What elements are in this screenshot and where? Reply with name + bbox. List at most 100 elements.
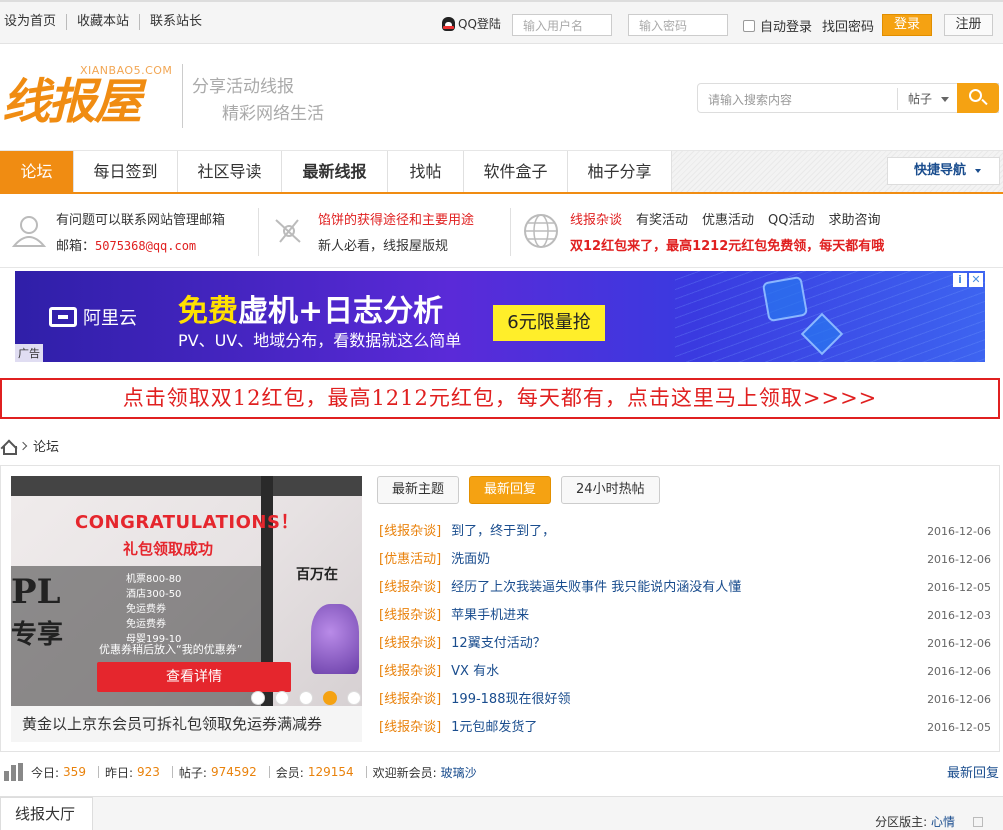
nav-youzi-share[interactable]: 柚子分享 <box>568 151 672 192</box>
tab-latest-topics[interactable]: 最新主题 <box>377 476 460 504</box>
nav-community-guide[interactable]: 社区导读 <box>178 151 282 192</box>
set-homepage-link[interactable]: 设为首页 <box>4 14 66 30</box>
divider <box>258 208 259 256</box>
thread-date: 2016-12-06 <box>927 525 991 538</box>
stats-chart-icon <box>4 763 23 781</box>
bookmark-link[interactable]: 收藏本站 <box>66 14 139 30</box>
register-button[interactable]: 注册 <box>944 14 993 36</box>
tab-24h-hot[interactable]: 24小时热帖 <box>561 476 660 504</box>
site-logo[interactable]: 线报屋 XIANBAO5.COM <box>2 60 174 130</box>
slide-top-band <box>11 476 362 496</box>
ad-grid-pattern <box>675 271 985 362</box>
slide-title: CONGRATULATIONS！ <box>75 512 299 533</box>
thread-category[interactable]: [线报杂谈] <box>379 574 441 602</box>
find-password-link[interactable]: 找回密码 <box>822 16 874 35</box>
thread-title[interactable]: 洗面奶 <box>451 546 490 574</box>
nav-forum[interactable]: 论坛 <box>0 151 74 192</box>
moderator-label: 分区版主: <box>875 815 928 829</box>
slider-dot[interactable] <box>251 691 265 705</box>
ad-banner[interactable]: 阿里云 免费虚机+日志分析 PV、UV、地域分布，看数据就这么简单 6元限量抢 … <box>15 271 985 362</box>
thread-title[interactable]: 199-188现在很好领 <box>451 686 570 714</box>
slide-detail-button[interactable]: 查看详情 <box>97 662 291 692</box>
breadcrumb-current[interactable]: 论坛 <box>33 436 59 455</box>
quick-nav-button[interactable]: 快捷导航 <box>887 157 1000 185</box>
thread-title[interactable]: 苹果手机进来 <box>451 602 529 630</box>
thread-category[interactable]: [线报杂谈] <box>379 602 441 630</box>
nav-daily-signin[interactable]: 每日签到 <box>74 151 178 192</box>
pie-guide-link[interactable]: 馅饼的获得途径和主要用途 <box>318 209 474 228</box>
search-input[interactable]: 请输入搜索内容 <box>708 91 792 108</box>
anime-character-image <box>311 604 359 674</box>
list-item: [线报杂谈] 1元包邮发货了 2016-12-05 <box>379 714 991 742</box>
collapse-icon[interactable] <box>973 817 983 827</box>
auto-login-checkbox[interactable]: 自动登录 <box>743 16 812 35</box>
cat-xianbao-talk[interactable]: 线报杂谈 <box>570 209 622 228</box>
yesterday-count: 923 <box>137 765 160 779</box>
thread-title[interactable]: 经历了上次我装逼失败事件 我只能说内涵没有人懂 <box>451 574 741 602</box>
red-envelope-banner[interactable]: 点击领取双12红包，最高1212元红包，每天都有，点击这里马上领取>>>> <box>0 378 1000 419</box>
thread-title[interactable]: 到了，终于到了， <box>451 518 555 546</box>
search-button[interactable] <box>957 83 999 113</box>
thread-category[interactable]: [线报杂谈] <box>379 518 441 546</box>
contact-email[interactable]: 5075368@qq.com <box>95 239 196 253</box>
tab-latest-replies[interactable]: 最新回复 <box>469 476 552 504</box>
thread-category[interactable]: [优惠活动] <box>379 546 441 574</box>
slider-dot[interactable] <box>275 691 289 705</box>
ad-cta-button[interactable]: 6元限量抢 <box>493 305 605 341</box>
thread-category[interactable]: [线报杂谈] <box>379 686 441 714</box>
search-type-value: 帖子 <box>908 92 933 106</box>
slide-big-exclusive: 专享 <box>11 620 64 650</box>
slogan-line-1: 分享活动线报 <box>192 77 294 97</box>
rules-link[interactable]: 新人必看，线报屋版规 <box>318 235 448 254</box>
new-member-link[interactable]: 玻璃沙 <box>441 764 477 781</box>
home-icon[interactable] <box>0 439 17 455</box>
section-title[interactable]: 线报大厅 <box>0 797 93 830</box>
cat-help[interactable]: 求助咨询 <box>829 209 881 228</box>
coupon-line: 免运费券 <box>126 619 166 630</box>
megaphone-icon <box>275 219 301 243</box>
moderator-name[interactable]: 心情 <box>931 815 955 829</box>
cat-discount-activity[interactable]: 优惠活动 <box>702 209 754 228</box>
hot-notice-link[interactable]: 双12红包来了，最高1212元红包免费领，每天都有哦 <box>570 235 884 254</box>
nav-find-post[interactable]: 找帖 <box>388 151 464 192</box>
cat-qq-activity[interactable]: QQ活动 <box>768 209 814 228</box>
nav-software-box[interactable]: 软件盒子 <box>464 151 568 192</box>
list-item: [线报杂谈] VX 有水 2016-12-06 <box>379 658 991 686</box>
thread-category[interactable]: [线报杂谈] <box>379 630 441 658</box>
thread-date: 2016-12-06 <box>927 693 991 706</box>
nav-latest-deals[interactable]: 最新线报 <box>282 151 388 192</box>
thread-category[interactable]: [线报杂谈] <box>379 714 441 742</box>
cat-prize-activity[interactable]: 有奖活动 <box>636 209 688 228</box>
ad-close-icon[interactable]: ✕ <box>969 273 983 287</box>
today-count: 359 <box>63 765 86 779</box>
thread-date: 2016-12-06 <box>927 637 991 650</box>
thread-category[interactable]: [线报杂谈] <box>379 658 441 686</box>
list-item: [线报杂谈] 苹果手机进来 2016-12-03 <box>379 602 991 630</box>
cloud-server-icon <box>761 275 809 323</box>
ad-info-icon[interactable]: i <box>953 273 967 287</box>
logo-domain: XIANBAO5.COM <box>80 64 173 77</box>
divider <box>510 208 511 256</box>
username-input[interactable]: 输入用户名 <box>512 14 612 36</box>
caret-down-icon <box>975 169 981 173</box>
qq-penguin-icon <box>442 16 455 31</box>
thread-title[interactable]: 12翼支付活动？ <box>451 630 546 658</box>
login-button[interactable]: 登录 <box>882 14 932 36</box>
coupon-line: 机票800-80 <box>126 574 182 585</box>
list-item: [线报杂谈] 经历了上次我装逼失败事件 我只能说内涵没有人懂 2016-12-05 <box>379 574 991 602</box>
slide-caption[interactable]: 黄金以上京东会员可拆礼包领取免运券满减券 <box>11 706 362 742</box>
thread-title[interactable]: 1元包邮发货了 <box>451 714 537 742</box>
image-slider[interactable]: CONGRATULATIONS！ 礼包领取成功 PL 专享 机票800-80 酒店… <box>11 476 362 706</box>
contact-admin-link[interactable]: 联系站长 <box>139 14 212 30</box>
password-input[interactable]: 输入密码 <box>628 14 728 36</box>
qq-login-link[interactable]: QQ登陆 <box>442 15 501 32</box>
slider-dot-active[interactable] <box>323 691 337 705</box>
latest-reply-link[interactable]: 最新回复 <box>947 762 999 781</box>
search-type-select[interactable]: 帖子 <box>897 88 957 110</box>
list-item: [线报杂谈] 到了，终于到了， 2016-12-06 <box>379 518 991 546</box>
posts-label: 帖子: <box>178 765 207 780</box>
slider-dot[interactable] <box>347 691 361 705</box>
thread-title[interactable]: VX 有水 <box>451 658 499 686</box>
divider <box>268 766 270 778</box>
slider-dot[interactable] <box>299 691 313 705</box>
